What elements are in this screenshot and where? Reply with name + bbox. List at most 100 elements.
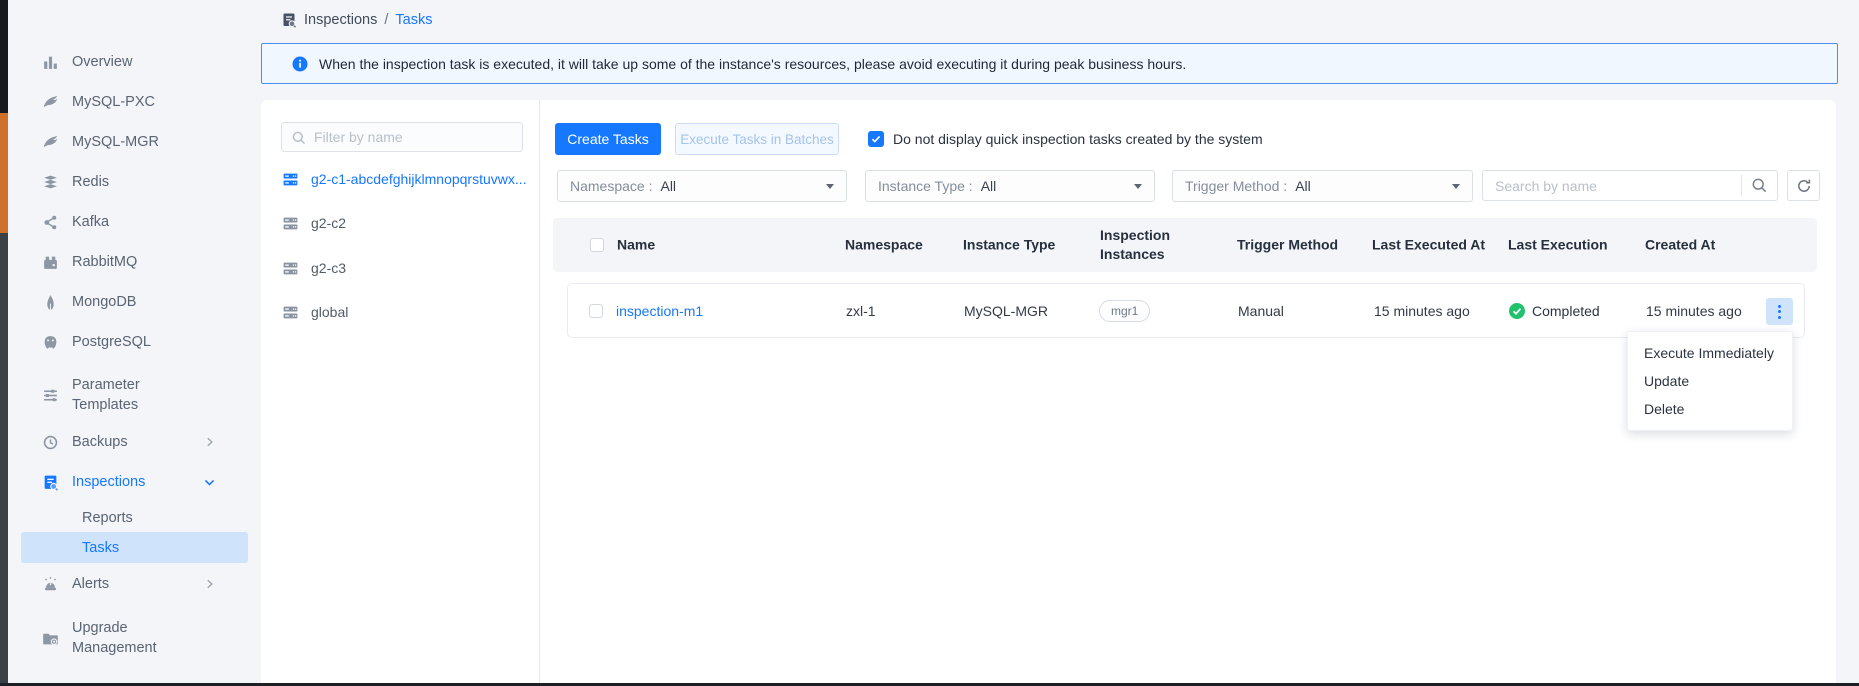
sliders-icon xyxy=(42,387,59,404)
breadcrumb-separator: / xyxy=(384,12,388,28)
folder-gear-icon xyxy=(42,630,59,647)
sidebar-item-postgresql[interactable]: PostgreSQL xyxy=(21,328,248,356)
cluster-item-g2-c3[interactable]: g2-c3 xyxy=(261,255,540,281)
sidebar-item-label: Backups xyxy=(72,432,128,452)
sidebar: Overview MySQL-PXC MySQL-MGR Redis Kafka… xyxy=(8,0,261,683)
sidebar-item-label: Kafka xyxy=(72,212,109,232)
select-all-checkbox[interactable] xyxy=(590,238,604,252)
sidebar-item-label: MySQL-PXC xyxy=(72,92,155,112)
inspection-instance-tag: mgr1 xyxy=(1099,300,1150,322)
menu-item-execute-immediately[interactable]: Execute Immediately xyxy=(1628,339,1792,367)
cluster-item-label: g2-c2 xyxy=(311,215,346,231)
server-icon xyxy=(282,171,299,188)
sidebar-item-overview[interactable]: Overview xyxy=(21,48,248,76)
breadcrumb-section[interactable]: Inspections xyxy=(304,12,377,28)
cluster-item-label: global xyxy=(311,304,348,320)
sidebar-item-mongodb[interactable]: MongoDB xyxy=(21,288,248,316)
task-name-link[interactable]: inspection-m1 xyxy=(616,303,703,319)
cell-instance-type: MySQL-MGR xyxy=(964,303,1048,319)
sidebar-item-label: MySQL-MGR xyxy=(72,132,159,152)
column-header-created-at: Created At xyxy=(1645,236,1715,255)
search-icon xyxy=(291,130,307,149)
cell-last-executed-at: 15 minutes ago xyxy=(1374,303,1470,319)
sidebar-item-alerts[interactable]: Alerts xyxy=(21,570,248,598)
sidebar-item-reports[interactable]: Reports xyxy=(21,504,248,532)
column-header-last-executed-at: Last Executed At xyxy=(1372,236,1485,255)
leaf-icon xyxy=(42,294,59,311)
sidebar-item-backups[interactable]: Backups xyxy=(21,428,248,456)
sidebar-item-label: Parameter Templates xyxy=(72,375,184,415)
alarm-icon xyxy=(42,576,59,593)
cell-namespace: zxl-1 xyxy=(846,303,876,319)
cluster-item-global[interactable]: global xyxy=(261,299,540,325)
trigger-method-filter-value: All xyxy=(1295,178,1311,194)
cluster-filter xyxy=(281,122,523,152)
trigger-method-filter-dropdown[interactable]: Trigger Method : All xyxy=(1172,170,1473,202)
breadcrumb-current[interactable]: Tasks xyxy=(395,12,432,28)
sidebar-item-label: Inspections xyxy=(72,472,145,492)
sidebar-item-mysql-pxc[interactable]: MySQL-PXC xyxy=(21,88,248,116)
completed-check-icon xyxy=(1509,303,1525,319)
layers-icon xyxy=(42,174,59,191)
chevron-right-icon xyxy=(204,436,216,448)
sidebar-item-label: Redis xyxy=(72,172,109,192)
menu-item-delete[interactable]: Delete xyxy=(1628,395,1792,423)
namespace-filter-dropdown[interactable]: Namespace : All xyxy=(557,170,847,202)
sidebar-item-mysql-mgr[interactable]: MySQL-MGR xyxy=(21,128,248,156)
sidebar-item-inspections[interactable]: Inspections xyxy=(21,468,248,496)
caret-down-icon xyxy=(1134,184,1142,189)
sidebar-item-parameter-templates[interactable]: Parameter Templates xyxy=(21,372,248,418)
row-actions-button[interactable] xyxy=(1766,298,1793,325)
cluster-filter-input[interactable] xyxy=(282,123,522,151)
sidebar-item-tasks[interactable]: Tasks xyxy=(21,532,248,563)
server-icon xyxy=(282,215,299,232)
search-button[interactable] xyxy=(1741,175,1777,196)
rabbitmq-icon xyxy=(42,254,59,271)
column-header-last-execution: Last Execution xyxy=(1508,236,1608,255)
sidebar-item-label: Reports xyxy=(82,508,133,528)
caret-down-icon xyxy=(826,184,834,189)
column-header-namespace: Namespace xyxy=(845,236,923,255)
sidebar-item-label: Overview xyxy=(72,52,132,72)
cell-trigger-method: Manual xyxy=(1238,303,1284,319)
cluster-panel: g2-c1-abcdefghijklmnopqrstuvwx... g2-c2 … xyxy=(261,100,540,686)
mysql-dolphin-icon xyxy=(42,134,59,151)
main-card: g2-c1-abcdefghijklmnopqrstuvwx... g2-c2 … xyxy=(261,100,1836,686)
scrollbar-thumb[interactable] xyxy=(0,113,8,233)
server-icon xyxy=(282,260,299,277)
sidebar-item-kafka[interactable]: Kafka xyxy=(21,208,248,236)
sidebar-item-rabbitmq[interactable]: RabbitMQ xyxy=(21,248,248,276)
instance-type-filter-label: Instance Type : xyxy=(878,178,973,194)
create-tasks-button[interactable]: Create Tasks xyxy=(555,123,661,155)
cluster-item-g2-c2[interactable]: g2-c2 xyxy=(261,210,540,236)
server-icon xyxy=(282,304,299,321)
execute-batches-button[interactable]: Execute Tasks in Batches xyxy=(675,123,839,155)
sidebar-item-redis[interactable]: Redis xyxy=(21,168,248,196)
sidebar-item-label: MongoDB xyxy=(72,292,136,312)
instance-type-filter-dropdown[interactable]: Instance Type : All xyxy=(865,170,1155,202)
cluster-item-g2-c1[interactable]: g2-c1-abcdefghijklmnopqrstuvwx... xyxy=(261,166,540,192)
caret-down-icon xyxy=(1452,184,1460,189)
sidebar-item-upgrade-management[interactable]: Upgrade Management xyxy=(21,615,248,661)
namespace-filter-value: All xyxy=(660,178,676,194)
status-badge: Completed xyxy=(1509,303,1600,319)
menu-item-update[interactable]: Update xyxy=(1628,367,1792,395)
row-checkbox[interactable] xyxy=(589,304,603,318)
sidebar-item-label: Tasks xyxy=(82,538,119,558)
cluster-item-label: g2-c1-abcdefghijklmnopqrstuvwx... xyxy=(311,171,527,187)
breadcrumb: Inspections / Tasks xyxy=(281,10,432,30)
status-text: Completed xyxy=(1532,303,1600,319)
table-header: Name Namespace Instance Type Inspection … xyxy=(553,218,1817,272)
info-banner-text: When the inspection task is executed, it… xyxy=(319,56,1186,72)
refresh-button[interactable] xyxy=(1787,170,1820,201)
task-search-input[interactable] xyxy=(1483,171,1741,200)
trigger-method-filter-label: Trigger Method : xyxy=(1185,178,1287,194)
hide-system-tasks-row: Do not display quick inspection tasks cr… xyxy=(868,123,1263,155)
elephant-icon xyxy=(42,334,59,351)
hide-system-tasks-checkbox[interactable] xyxy=(868,131,884,147)
table-row[interactable]: inspection-m1 zxl-1 MySQL-MGR mgr1 Manua… xyxy=(567,283,1805,338)
backup-restore-icon xyxy=(42,434,59,451)
sidebar-item-label: PostgreSQL xyxy=(72,332,151,352)
row-context-menu: Execute Immediately Update Delete xyxy=(1627,331,1793,431)
activity-rail-top xyxy=(0,0,8,113)
